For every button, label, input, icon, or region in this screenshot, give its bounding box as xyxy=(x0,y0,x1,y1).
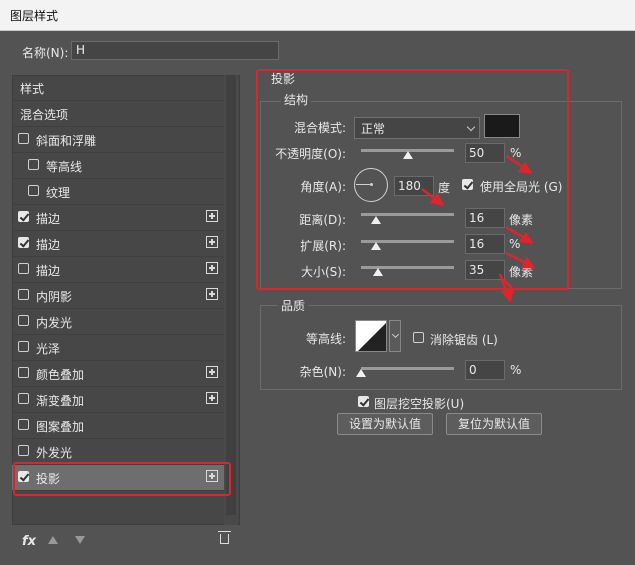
sidebar-item-checkbox[interactable] xyxy=(28,159,39,170)
add-effect-icon[interactable] xyxy=(206,392,218,404)
sidebar-item-label: 图案叠加 xyxy=(36,420,85,434)
sidebar-item-label: 内发光 xyxy=(36,316,73,330)
move-up-icon[interactable] xyxy=(48,536,58,544)
noise-slider-thumb[interactable] xyxy=(356,369,366,377)
name-label: 名称(N): xyxy=(22,46,69,60)
add-effect-icon[interactable] xyxy=(206,288,218,300)
style-list-footer: fx xyxy=(12,528,240,558)
contour-curve-icon xyxy=(358,323,386,351)
sidebar-item-checkbox[interactable] xyxy=(18,263,29,274)
add-effect-icon[interactable] xyxy=(206,262,218,274)
add-effect-icon[interactable] xyxy=(206,366,218,378)
sidebar-item-label: 样式 xyxy=(20,82,45,96)
sidebar-item-label: 光泽 xyxy=(36,342,61,356)
make-default-button[interactable]: 设置为默认值 xyxy=(337,413,433,435)
sidebar-item-checkbox[interactable] xyxy=(18,341,29,352)
knockout-checkbox[interactable] xyxy=(358,396,369,407)
sidebar-item[interactable]: 图案叠加 xyxy=(12,413,224,439)
sidebar-item-checkbox[interactable] xyxy=(18,133,29,144)
noise-slider-track[interactable] xyxy=(361,367,454,370)
anti-alias-checkbox[interactable] xyxy=(413,332,424,343)
annotation-box-drop-shadow-item xyxy=(13,462,231,496)
sidebar-item-label: 斜面和浮雕 xyxy=(36,134,97,148)
sidebar-item-checkbox[interactable] xyxy=(28,185,39,196)
sidebar-item-label: 内阴影 xyxy=(36,290,73,304)
sidebar-item[interactable]: 内发光 xyxy=(12,309,224,335)
sidebar-item[interactable]: 纹理 xyxy=(12,179,224,205)
sidebar-item-label: 描边 xyxy=(36,264,61,278)
move-down-icon[interactable] xyxy=(75,536,85,544)
dialog-titlebar: 图层样式 xyxy=(0,0,635,31)
sidebar-item-checkbox[interactable] xyxy=(18,289,29,300)
sidebar-item-label: 描边 xyxy=(36,238,61,252)
sidebar-item-label: 渐变叠加 xyxy=(36,394,85,408)
name-input[interactable]: H xyxy=(71,41,279,60)
sidebar-item-label: 颜色叠加 xyxy=(36,368,85,382)
add-effect-icon[interactable] xyxy=(206,236,218,248)
reset-default-button[interactable]: 复位为默认值 xyxy=(446,413,542,435)
sidebar-item-label: 外发光 xyxy=(36,446,73,460)
name-row: 名称(N): H xyxy=(0,38,635,66)
sidebar-item-checkbox[interactable] xyxy=(18,315,29,326)
contour-preview[interactable] xyxy=(355,320,387,352)
noise-input[interactable]: 0 xyxy=(465,360,505,380)
noise-label: 杂色(N): xyxy=(299,365,346,379)
style-list-scrollbar[interactable] xyxy=(224,75,238,525)
scrollbar-thumb[interactable] xyxy=(226,75,236,515)
sidebar-item-checkbox[interactable] xyxy=(18,445,29,456)
trash-icon[interactable] xyxy=(218,531,231,544)
sidebar-item[interactable]: 渐变叠加 xyxy=(12,387,224,413)
sidebar-item-checkbox[interactable] xyxy=(18,419,29,430)
sidebar-item-checkbox[interactable] xyxy=(18,393,29,404)
sidebar-item[interactable]: 描边 xyxy=(12,257,224,283)
quality-title: 品质 xyxy=(278,297,309,314)
dialog-title: 图层样式 xyxy=(10,9,59,23)
noise-unit: % xyxy=(510,363,522,377)
sidebar-item[interactable]: 等高线 xyxy=(12,153,224,179)
sidebar-item[interactable]: 描边 xyxy=(12,205,224,231)
sidebar-item-label: 描边 xyxy=(36,212,61,226)
sidebar-item[interactable]: 描边 xyxy=(12,231,224,257)
sidebar-item-checkbox[interactable] xyxy=(18,367,29,378)
fx-icon[interactable]: fx xyxy=(22,534,36,549)
sidebar-item[interactable]: 内阴影 xyxy=(12,283,224,309)
sidebar-item-checkbox[interactable] xyxy=(18,237,29,248)
contour-label: 等高线: xyxy=(305,332,346,346)
sidebar-item-label: 纹理 xyxy=(46,186,71,200)
anti-alias-label: 消除锯齿 (L) xyxy=(430,333,498,347)
chevron-down-icon[interactable] xyxy=(389,320,401,352)
annotation-arrows xyxy=(503,154,536,289)
annotation-arrow-size xyxy=(498,273,514,303)
sidebar-item[interactable]: 样式 xyxy=(12,75,224,101)
sidebar-item-label: 混合选项 xyxy=(20,108,69,122)
sidebar-item[interactable]: 混合选项 xyxy=(12,101,224,127)
sidebar-item[interactable]: 斜面和浮雕 xyxy=(12,127,224,153)
annotation-arrow-angle xyxy=(421,188,445,206)
add-effect-icon[interactable] xyxy=(206,210,218,222)
sidebar-item-checkbox[interactable] xyxy=(18,211,29,222)
sidebar-item[interactable]: 光泽 xyxy=(12,335,224,361)
knockout-label: 图层挖空投影(U) xyxy=(374,397,465,411)
sidebar-item[interactable]: 颜色叠加 xyxy=(12,361,224,387)
sidebar-item-label: 等高线 xyxy=(46,160,83,174)
